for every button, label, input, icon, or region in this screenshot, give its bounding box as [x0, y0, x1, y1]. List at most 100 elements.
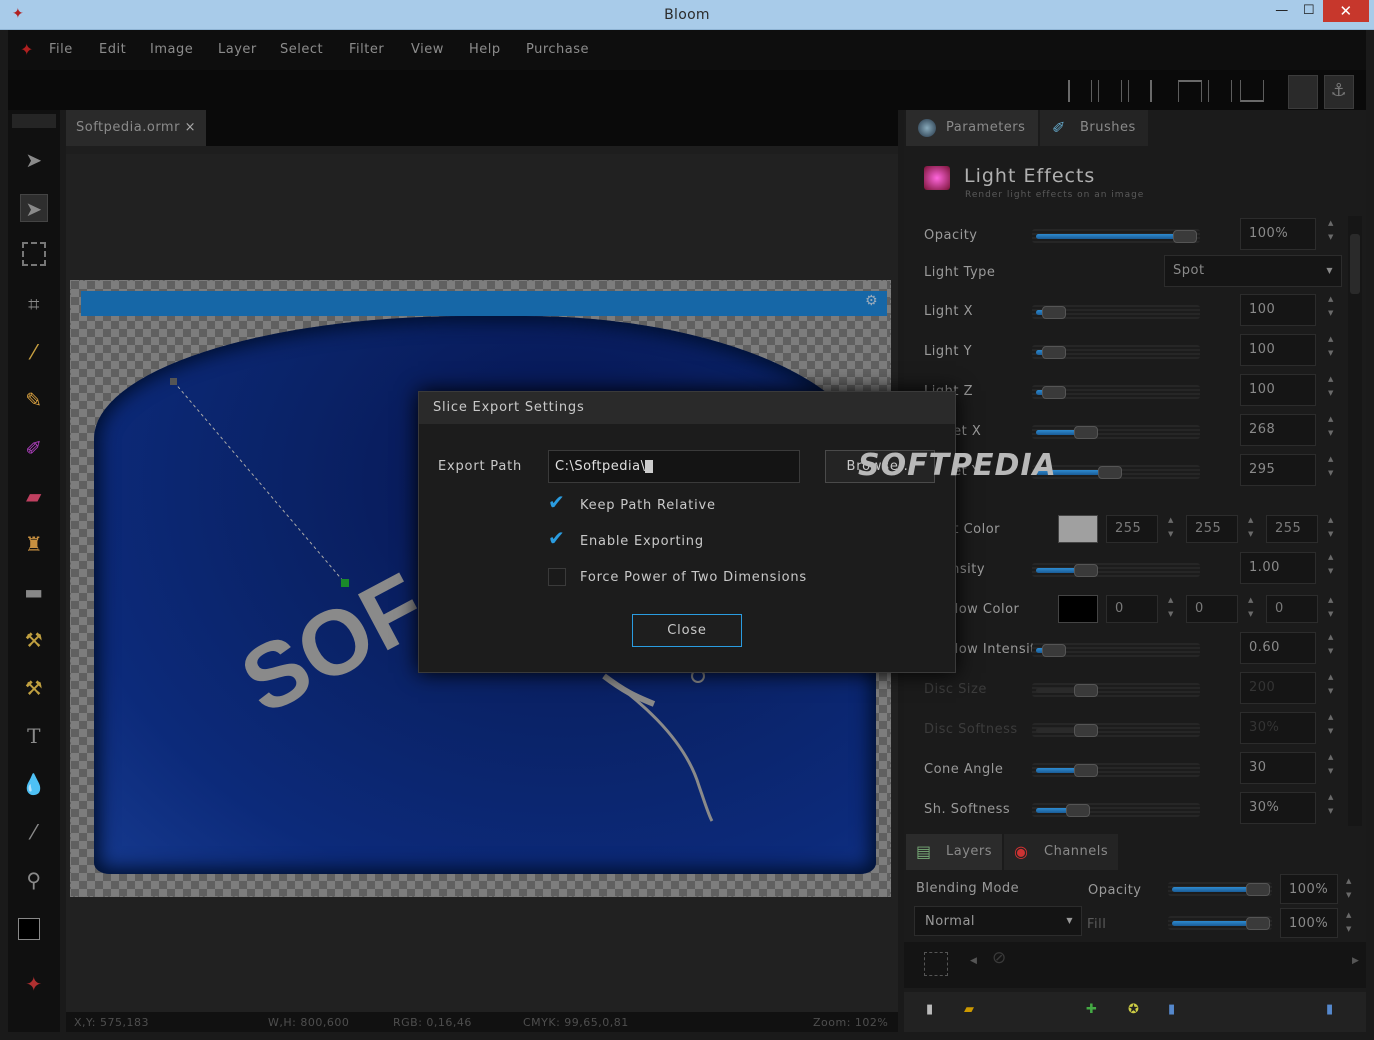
param-spinner[interactable]: ▲ ▼ — [1320, 710, 1342, 742]
param-slider[interactable] — [1032, 305, 1200, 319]
fill-slider[interactable] — [1168, 916, 1272, 930]
crop-tool-icon[interactable]: ⌗ — [20, 290, 48, 318]
folder-icon[interactable]: ▰ — [964, 1002, 975, 1017]
foreground-color-swatch[interactable] — [18, 918, 40, 940]
enable-exporting-checkbox[interactable]: ✔ — [548, 528, 566, 548]
param-spinner[interactable]: ▲ ▼ — [1320, 452, 1342, 484]
param-slider[interactable] — [1032, 425, 1200, 439]
param-value-input[interactable]: 30% — [1240, 712, 1316, 744]
param-value-input[interactable]: 295 — [1240, 454, 1316, 486]
smudge-tool-icon[interactable]: ⚒ — [20, 674, 48, 702]
param-value-input[interactable]: 0.60 — [1240, 632, 1316, 664]
align-center-h-icon[interactable] — [1098, 80, 1122, 102]
eyedropper-icon[interactable]: ⁄ — [20, 818, 48, 846]
param-slider[interactable] — [1032, 229, 1200, 243]
menu-file[interactable]: File — [49, 42, 73, 57]
light-color-b[interactable]: 255 — [1266, 515, 1318, 543]
param-slider[interactable] — [1032, 563, 1200, 577]
param-value-input[interactable]: 100 — [1240, 374, 1316, 406]
pencil-tool-icon[interactable]: ✎ — [20, 386, 48, 414]
plugin-icon[interactable]: ✦ — [20, 970, 48, 998]
close-window-button[interactable]: ✕ — [1323, 0, 1369, 22]
param-value-input[interactable]: 200 — [1240, 672, 1316, 704]
menu-view[interactable]: View — [411, 42, 444, 57]
zoom-tool-icon[interactable]: ⚲ — [20, 866, 48, 894]
anchor-icon[interactable]: ⚓ — [1324, 75, 1354, 109]
menu-filter[interactable]: Filter — [349, 42, 384, 57]
layer-opacity-slider[interactable] — [1168, 882, 1272, 896]
light-color-r-spinner[interactable]: ▲ ▼ — [1160, 513, 1182, 545]
param-slider[interactable] — [1032, 465, 1200, 479]
power-of-two-checkbox[interactable] — [548, 568, 566, 586]
menu-layer[interactable]: Layer — [218, 42, 257, 57]
menu-help[interactable]: Help — [469, 42, 501, 57]
param-slider[interactable] — [1032, 683, 1200, 697]
select-tool-icon[interactable]: ➤ — [20, 194, 48, 222]
parameters-scrollbar[interactable] — [1348, 216, 1362, 826]
maximize-button[interactable]: ☐ — [1292, 0, 1326, 22]
param-spinner[interactable]: ▲ ▼ — [1320, 372, 1342, 404]
param-slider[interactable] — [1032, 385, 1200, 399]
param-slider[interactable] — [1032, 643, 1200, 657]
keep-path-relative-checkbox[interactable]: ✔ — [548, 492, 566, 512]
duplicate-icon[interactable]: ▮ — [1168, 1002, 1176, 1017]
pointer-tool-icon[interactable]: ➤ — [20, 146, 48, 174]
layer-opacity-input[interactable]: 100% — [1280, 874, 1338, 904]
fill-tool-icon[interactable]: 💧 — [20, 770, 48, 798]
tab-channels[interactable]: ◉ Channels — [1004, 834, 1118, 870]
add-effect-icon[interactable]: ✚ — [1086, 1002, 1097, 1017]
param-value-input[interactable]: 100 — [1240, 334, 1316, 366]
align-bottom-icon[interactable] — [1240, 80, 1264, 102]
light-color-b-spinner[interactable]: ▲ ▼ — [1320, 513, 1342, 545]
transform-icon[interactable] — [1288, 75, 1318, 109]
magic-wand-icon[interactable]: ⁄ — [20, 338, 48, 366]
param-value-input[interactable]: 1.00 — [1240, 552, 1316, 584]
light-color-swatch[interactable] — [1058, 515, 1098, 543]
layer-mask-icon[interactable] — [924, 952, 948, 976]
align-right-icon[interactable] — [1128, 80, 1152, 102]
shadow-color-swatch[interactable] — [1058, 595, 1098, 623]
export-path-input[interactable]: C:\Softpedia\ — [548, 450, 800, 483]
menu-select[interactable]: Select — [280, 42, 323, 57]
trash-icon[interactable]: ▮ — [1326, 1002, 1334, 1017]
fill-spinner[interactable]: ▲ ▼ — [1338, 908, 1360, 940]
align-top-icon[interactable] — [1178, 80, 1202, 102]
param-value-input[interactable]: 100% — [1240, 218, 1316, 250]
stamp-tool-icon[interactable]: ♜ — [20, 530, 48, 558]
light-color-g-spinner[interactable]: ▲ ▼ — [1240, 513, 1262, 545]
param-slider[interactable] — [1032, 763, 1200, 777]
adjustment-icon[interactable]: ✪ — [1128, 1002, 1139, 1017]
param-value-input[interactable]: 268 — [1240, 414, 1316, 446]
param-spinner[interactable]: ▲ ▼ — [1320, 630, 1342, 662]
shadow-color-r[interactable]: 0 — [1106, 595, 1158, 623]
param-spinner[interactable]: ▲ ▼ — [1320, 292, 1342, 324]
light-type-select[interactable]: Spot ▼ — [1164, 255, 1342, 287]
align-left-icon[interactable] — [1068, 80, 1092, 102]
shadow-color-b-spinner[interactable]: ▲ ▼ — [1320, 593, 1342, 625]
param-slider[interactable] — [1032, 345, 1200, 359]
shadow-color-g[interactable]: 0 — [1186, 595, 1238, 623]
brush-tool-icon[interactable]: ✐ — [20, 434, 48, 462]
param-spinner[interactable]: ▲ ▼ — [1320, 412, 1342, 444]
param-value-input[interactable]: 100 — [1240, 294, 1316, 326]
document-tab-close-icon[interactable]: × — [185, 120, 196, 135]
light-color-r[interactable]: 255 — [1106, 515, 1158, 543]
param-value-input[interactable]: 30 — [1240, 752, 1316, 784]
menu-purchase[interactable]: Purchase — [526, 42, 589, 57]
marquee-tool-icon[interactable] — [22, 242, 46, 266]
align-middle-v-icon[interactable] — [1208, 80, 1232, 102]
tab-parameters[interactable]: Parameters — [906, 110, 1038, 146]
param-spinner[interactable]: ▲ ▼ — [1320, 332, 1342, 364]
fill-input[interactable]: 100% — [1280, 908, 1338, 938]
scrollbar-thumb[interactable] — [1350, 234, 1360, 294]
new-layer-icon[interactable]: ▮ — [926, 1002, 934, 1017]
shape-tool-icon[interactable]: ▬ — [20, 578, 48, 606]
param-spinner[interactable]: ▲ ▼ — [1320, 216, 1342, 248]
close-button[interactable]: Close — [632, 614, 742, 647]
scroll-left-icon[interactable]: ◀ — [970, 956, 977, 966]
scroll-right-icon[interactable]: ▶ — [1352, 956, 1359, 966]
text-tool-icon[interactable]: T — [20, 722, 48, 750]
param-spinner[interactable]: ▲ ▼ — [1320, 790, 1342, 822]
param-slider[interactable] — [1032, 803, 1200, 817]
menu-edit[interactable]: Edit — [99, 42, 126, 57]
